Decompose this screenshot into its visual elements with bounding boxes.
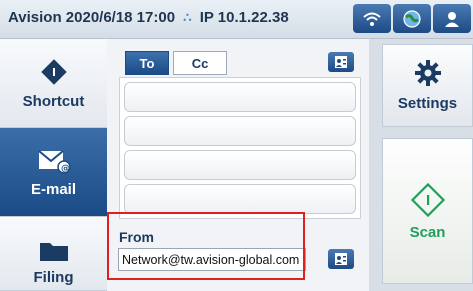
user-icon: [445, 11, 459, 27]
sidebar-item-filing[interactable]: Filing: [0, 217, 107, 291]
scan-button[interactable]: Scan: [382, 138, 473, 284]
email-icon: @: [37, 149, 71, 174]
scan-label: Scan: [409, 223, 446, 241]
sidebar-item-label: E-mail: [30, 180, 76, 198]
recipient-field[interactable]: [124, 116, 356, 146]
globe-icon: [403, 9, 421, 28]
sidebar-item-shortcut[interactable]: Shortcut: [0, 39, 107, 128]
user-button[interactable]: [433, 4, 471, 33]
shortcut-diamond-icon: [40, 58, 67, 85]
settings-button[interactable]: Settings: [382, 44, 473, 127]
tab-to[interactable]: To: [125, 51, 169, 75]
globe-button[interactable]: [393, 4, 431, 33]
action-panel: Settings Scan: [369, 39, 473, 291]
svg-text:@: @: [61, 164, 70, 174]
recipient-field[interactable]: [124, 150, 356, 180]
scan-diamond-icon: [410, 182, 445, 217]
from-address-book-button[interactable]: [328, 249, 354, 269]
recipient-field[interactable]: [124, 184, 356, 214]
sidebar-item-label: Shortcut: [22, 92, 85, 110]
recipient-list: [119, 77, 361, 219]
address-book-button[interactable]: [328, 52, 354, 72]
folder-icon: [39, 243, 68, 261]
status-datetime: Avision 2020/6/18 17:00: [8, 9, 176, 26]
gear-icon: [414, 60, 441, 86]
wifi-button[interactable]: [353, 4, 391, 33]
status-bar: Avision 2020/6/18 17:00 ∴ IP 10.1.22.38: [0, 0, 473, 39]
tab-cc[interactable]: Cc: [173, 51, 227, 75]
address-book-icon: [335, 56, 347, 68]
recipient-field[interactable]: [124, 82, 356, 112]
network-icon: ∴: [183, 10, 192, 25]
sidebar-item-email[interactable]: @ E-mail: [0, 128, 107, 217]
status-text: Avision 2020/6/18 17:00 ∴ IP 10.1.22.38: [8, 9, 289, 26]
highlight-box: [107, 212, 305, 280]
sidebar: Shortcut @ E-mail Filing: [0, 39, 107, 291]
wifi-icon: [363, 12, 381, 26]
sidebar-item-label: Filing: [33, 269, 74, 286]
address-book-icon: [335, 253, 347, 265]
settings-label: Settings: [397, 95, 458, 112]
status-ip: IP 10.1.22.38: [199, 9, 289, 26]
